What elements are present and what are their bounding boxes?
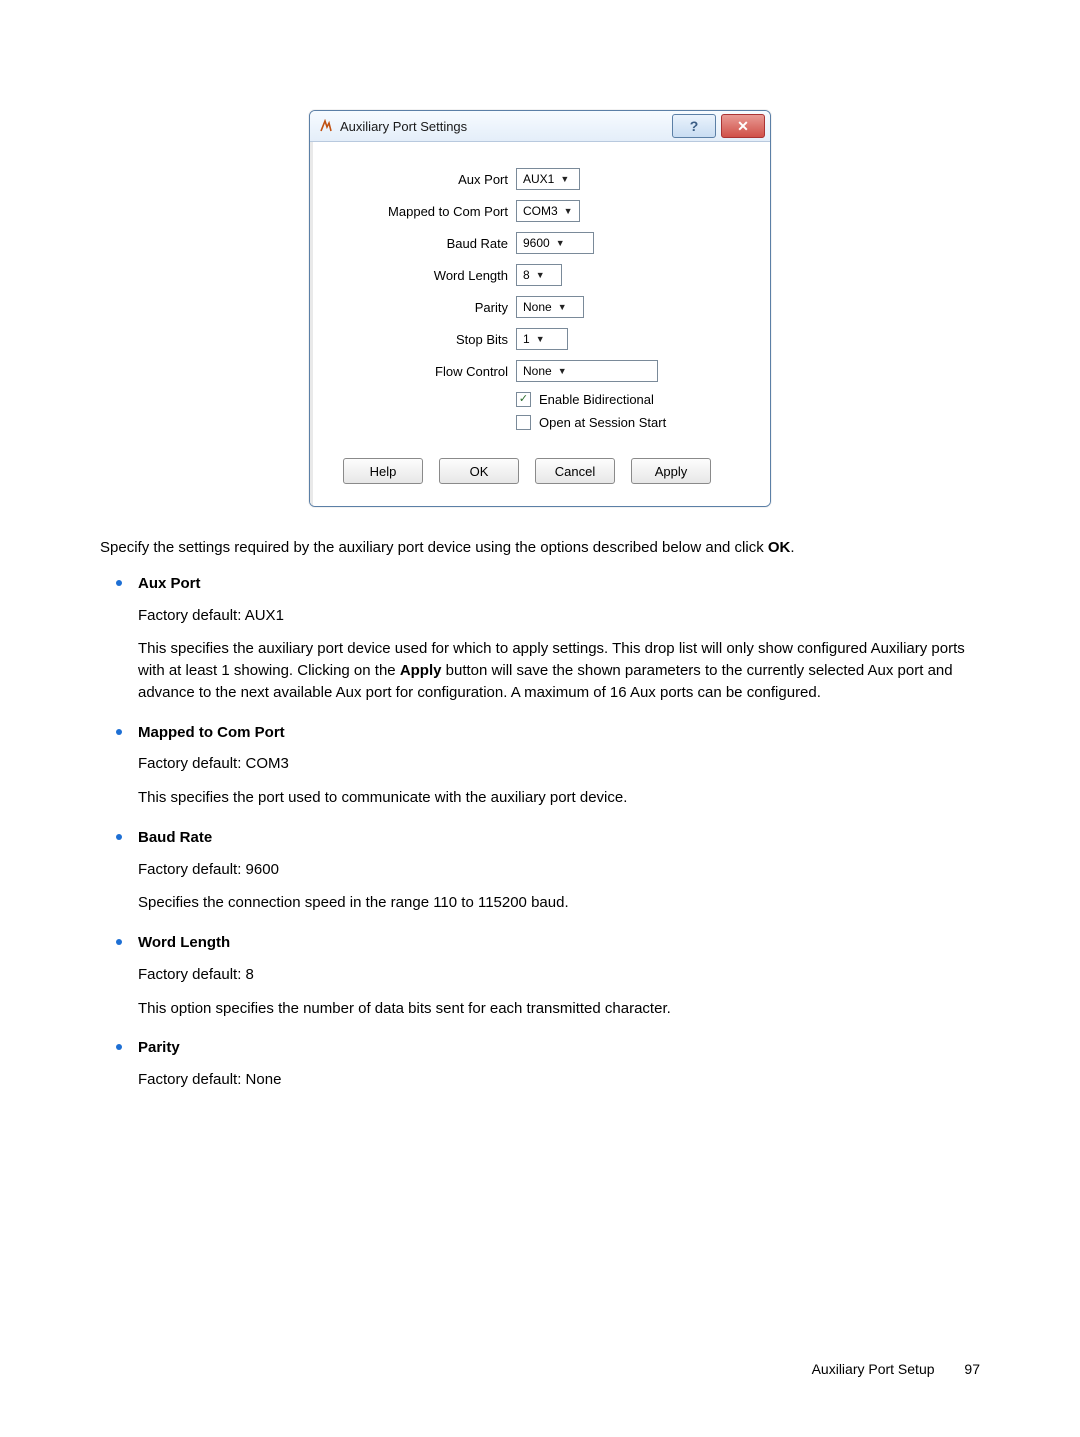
flow-control-label: Flow Control [333, 364, 516, 379]
parity-label: Parity [333, 300, 516, 315]
cancel-button[interactable]: Cancel [535, 458, 615, 484]
option-term: Parity [138, 1037, 980, 1059]
flow-control-select[interactable]: None ▼ [516, 360, 658, 382]
chevron-down-icon: ▼ [564, 206, 573, 216]
baud-rate-label: Baud Rate [333, 236, 516, 251]
parity-value: None [523, 300, 552, 314]
baud-rate-value: 9600 [523, 236, 550, 250]
option-term: Word Length [138, 932, 980, 954]
aux-port-value: AUX1 [523, 172, 554, 186]
intro-text: Specify the settings required by the aux… [100, 539, 768, 556]
option-term: Mapped to Com Port [138, 722, 980, 744]
aux-port-label: Aux Port [333, 172, 516, 187]
stop-bits-value: 1 [523, 332, 530, 346]
intro-paragraph: Specify the settings required by the aux… [100, 537, 980, 559]
chevron-down-icon: ▼ [536, 334, 545, 344]
option-aux-port: Aux Port Factory default: AUX1 This spec… [100, 573, 980, 704]
aux-port-select[interactable]: AUX1 ▼ [516, 168, 580, 190]
option-parity: Parity Factory default: None [100, 1037, 980, 1091]
option-para: Specifies the connection speed in the ra… [138, 892, 980, 914]
open-at-session-start-label: Open at Session Start [539, 415, 666, 430]
footer-section: Auxiliary Port Setup [812, 1361, 935, 1377]
com-port-select[interactable]: COM3 ▼ [516, 200, 580, 222]
option-term: Aux Port [138, 573, 980, 595]
help-button[interactable]: Help [343, 458, 423, 484]
open-at-session-start-checkbox[interactable] [516, 415, 531, 430]
option-para: Factory default: None [138, 1069, 980, 1091]
enable-bidirectional-checkbox[interactable] [516, 392, 531, 407]
help-titlebar-button[interactable]: ? [672, 114, 716, 138]
document-body: Specify the settings required by the aux… [100, 537, 980, 1091]
dialog-titlebar[interactable]: Auxiliary Port Settings ? ✕ [310, 111, 770, 142]
option-para: This option specifies the number of data… [138, 998, 980, 1020]
option-para: This specifies the auxiliary port device… [138, 638, 980, 703]
inline-bold: Apply [400, 662, 442, 679]
chevron-down-icon: ▼ [558, 302, 567, 312]
chevron-down-icon: ▼ [560, 174, 569, 184]
app-icon [318, 118, 334, 134]
chevron-down-icon: ▼ [558, 366, 567, 376]
word-length-select[interactable]: 8 ▼ [516, 264, 562, 286]
option-para: This specifies the port used to communic… [138, 787, 980, 809]
option-term: Baud Rate [138, 827, 980, 849]
option-baud-rate: Baud Rate Factory default: 9600 Specifie… [100, 827, 980, 914]
option-word-length: Word Length Factory default: 8 This opti… [100, 932, 980, 1019]
flow-control-value: None [523, 364, 552, 378]
option-para: Factory default: AUX1 [138, 605, 980, 627]
page-footer: Auxiliary Port Setup 97 [812, 1361, 980, 1377]
chevron-down-icon: ▼ [536, 270, 545, 280]
ok-button[interactable]: OK [439, 458, 519, 484]
auxiliary-port-settings-dialog: Auxiliary Port Settings ? ✕ Aux Port AUX… [309, 110, 771, 507]
stop-bits-label: Stop Bits [333, 332, 516, 347]
parity-select[interactable]: None ▼ [516, 296, 584, 318]
intro-post: . [790, 539, 794, 556]
option-mapped-com-port: Mapped to Com Port Factory default: COM3… [100, 722, 980, 809]
option-para: Factory default: 9600 [138, 859, 980, 881]
com-port-value: COM3 [523, 204, 558, 218]
dialog-title: Auxiliary Port Settings [340, 119, 672, 134]
page-number: 97 [964, 1361, 980, 1377]
baud-rate-select[interactable]: 9600 ▼ [516, 232, 594, 254]
stop-bits-select[interactable]: 1 ▼ [516, 328, 568, 350]
options-list: Aux Port Factory default: AUX1 This spec… [100, 573, 980, 1091]
word-length-value: 8 [523, 268, 530, 282]
intro-bold: OK [768, 539, 791, 556]
chevron-down-icon: ▼ [556, 238, 565, 248]
enable-bidirectional-label: Enable Bidirectional [539, 392, 654, 407]
dialog-body: Aux Port AUX1 ▼ Mapped to Com Port COM3 … [310, 142, 770, 506]
com-port-label: Mapped to Com Port [333, 204, 516, 219]
apply-button[interactable]: Apply [631, 458, 711, 484]
close-titlebar-button[interactable]: ✕ [721, 114, 765, 138]
option-para: Factory default: 8 [138, 964, 980, 986]
word-length-label: Word Length [333, 268, 516, 283]
option-para: Factory default: COM3 [138, 753, 980, 775]
